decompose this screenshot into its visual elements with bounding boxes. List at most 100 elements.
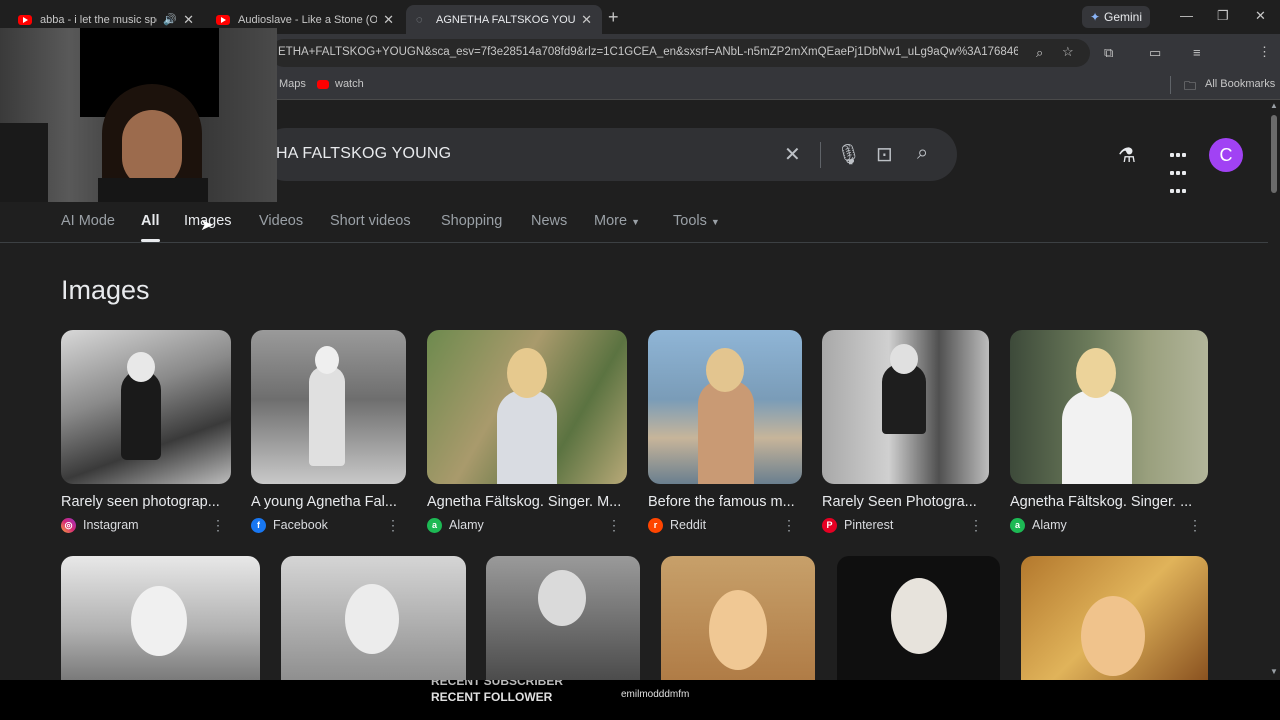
tab-more[interactable]: More ▼ [594,213,640,229]
image-result[interactable]: Agnetha Fältskog. Singer. ... a Alamy ⋮ [1010,330,1208,533]
result-source[interactable]: a Alamy ⋮ [427,517,627,533]
result-caption[interactable]: Rarely Seen Photogra... [822,494,989,510]
tools-button[interactable]: Tools ▼ [673,213,720,229]
figure-shape [497,390,557,484]
tab-videos[interactable]: Videos [259,213,303,229]
image-thumbnail[interactable] [1010,330,1208,484]
result-caption[interactable]: Before the famous m... [648,494,802,510]
image-thumbnail[interactable] [822,330,989,484]
bookmark-maps[interactable]: Maps [279,78,306,90]
image-thumbnail[interactable] [251,330,406,484]
tab-title: AGNETHA FALTSKOG YOUNG - [436,13,576,26]
result-source[interactable]: f Facebook ⋮ [251,517,406,533]
media-control-icon[interactable]: ≡ [1193,45,1201,60]
folder-icon: 🗀 [1184,79,1197,93]
tab-news[interactable]: News [531,213,567,229]
result-caption[interactable]: Rarely seen photograp... [61,494,231,510]
labs-flask-icon[interactable]: ⚗ [1118,143,1136,168]
tab-shopping[interactable]: Shopping [441,213,502,229]
image-thumbnail[interactable] [427,330,627,484]
image-thumbnail[interactable] [661,556,815,680]
webcam-overlay [0,28,277,202]
image-result[interactable]: Before the famous m... r Reddit ⋮ [648,330,802,533]
result-caption[interactable]: A young Agnetha Fal... [251,494,406,510]
gemini-button[interactable]: ✦ Gemini [1082,6,1150,28]
clear-icon[interactable]: ✕ [784,142,801,167]
scrollbar-thumb[interactable] [1271,115,1277,193]
apps-grid-icon[interactable] [1169,145,1189,199]
camera-lens-icon[interactable]: ⊡ [876,142,893,167]
image-thumbnail[interactable] [61,330,231,484]
address-bar[interactable]: ETHA+FALTSKOG+YOUGN&sca_esv=7f3e28514a70… [270,39,1090,67]
cast-icon[interactable]: ▭ [1149,45,1161,61]
caret-down-icon: ▼ [710,217,720,227]
result-source[interactable]: ◎ Instagram ⋮ [61,517,231,533]
result-caption[interactable]: Agnetha Fältskog. Singer. M... [427,494,627,510]
more-options-icon[interactable]: ⋮ [1188,517,1202,534]
image-result[interactable]: A young Agnetha Fal... f Facebook ⋮ [251,330,406,533]
scroll-down-icon[interactable]: ▼ [1270,667,1278,676]
star-icon[interactable]: ☆ [1062,44,1074,60]
url-text[interactable]: ETHA+FALTSKOG+YOUGN&sca_esv=7f3e28514a70… [278,46,1018,58]
tab-ai-mode[interactable]: AI Mode [61,213,115,229]
figure-head [131,586,187,656]
more-options-icon[interactable]: ⋮ [211,517,225,534]
figure-head [127,352,155,382]
image-thumbnail[interactable] [281,556,466,680]
microphone-icon[interactable]: 🎙 [836,142,861,167]
image-thumbnail[interactable] [1021,556,1208,680]
all-bookmarks[interactable]: All Bookmarks [1205,78,1275,90]
tab-title: Audioslave - Like a Stone (Offic [238,13,378,26]
menu-icon[interactable]: ⋮ [1258,44,1271,60]
more-options-icon[interactable]: ⋮ [386,517,400,534]
result-source[interactable]: a Alamy ⋮ [1010,517,1208,533]
more-options-icon[interactable]: ⋮ [969,517,983,534]
figure-head [1081,596,1145,676]
search-input[interactable]: HA FALTSKOG YOUNG [276,145,451,163]
more-options-icon[interactable]: ⋮ [782,517,796,534]
extensions-icon[interactable]: ⧉ [1104,45,1113,61]
figure-head [709,590,767,670]
figure-shape [698,380,754,484]
zoom-icon[interactable]: ⌕ [1036,45,1043,61]
webcam-person-shirt [98,178,208,202]
figure-shape [121,370,161,460]
tab-short-videos[interactable]: Short videos [330,213,411,229]
more-options-icon[interactable]: ⋮ [607,517,621,534]
close-tab-icon[interactable]: ✕ [183,12,194,28]
tab-agnetha[interactable]: ◌ AGNETHA FALTSKOG YOUNG - ✕ [406,5,602,34]
image-result[interactable]: Agnetha Fältskog. Singer. M... a Alamy ⋮ [427,330,627,533]
close-tab-icon[interactable]: ✕ [383,12,394,28]
recent-follower-label: RECENT FOLLOWER [431,690,553,704]
minimize-button[interactable]: — [1180,8,1193,23]
speaker-icon[interactable]: 🔊 [163,13,177,26]
new-tab-button[interactable]: + [608,7,619,28]
search-icon[interactable]: ⌕ [917,142,928,165]
bookmark-watch[interactable]: watch [335,78,364,90]
scroll-up-icon[interactable]: ▲ [1270,101,1278,110]
close-tab-icon[interactable]: ✕ [581,12,592,28]
webcam-piano [0,123,48,202]
tab-all[interactable]: All [141,213,160,229]
restore-button[interactable]: ❐ [1217,8,1229,24]
account-avatar[interactable]: C [1209,138,1243,172]
result-caption[interactable]: Agnetha Fältskog. Singer. ... [1010,494,1208,510]
image-thumbnail[interactable] [486,556,640,680]
image-result[interactable]: Rarely seen photograp... ◎ Instagram ⋮ [61,330,231,533]
image-result[interactable]: Rarely Seen Photogra... P Pinterest ⋮ [822,330,989,533]
scrollbar[interactable]: ▲ ▼ [1268,101,1280,680]
youtube-icon [216,14,230,25]
image-thumbnail[interactable] [61,556,260,680]
tab-title: abba - i let the music speak [40,13,157,26]
image-thumbnail[interactable] [837,556,1000,680]
pinterest-icon: P [822,517,837,533]
close-window-button[interactable]: ✕ [1255,8,1266,24]
figure-head [1076,348,1116,398]
gemini-icon: ✦ [1089,10,1101,24]
image-thumbnail[interactable] [648,330,802,484]
source-name: Alamy [1032,518,1067,532]
alamy-icon: a [1010,517,1025,533]
search-box[interactable]: HA FALTSKOG YOUNG ✕ 🎙 ⊡ ⌕ [260,128,957,181]
result-source[interactable]: P Pinterest ⋮ [822,517,989,533]
result-source[interactable]: r Reddit ⋮ [648,517,802,533]
